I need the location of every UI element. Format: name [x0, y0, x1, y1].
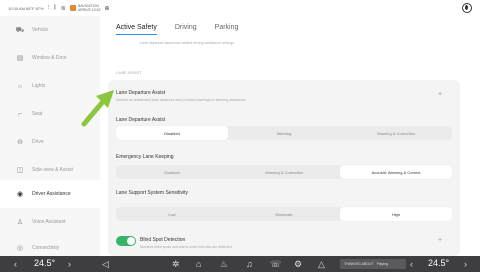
- expand-icon[interactable]: +: [438, 91, 442, 98]
- option-moderate[interactable]: Moderate: [228, 207, 340, 221]
- blind-spot-description: Monitors blind spots and warns when vehi…: [140, 245, 232, 249]
- status-info: 10:30 AM 68°F 87%: [8, 5, 44, 11]
- settings-sidebar: ⛟ Vehicle ▤ Window & Door ☼ Lights ⌐ Sea…: [0, 16, 100, 256]
- annotation-arrow-icon: [81, 90, 114, 127]
- tab-description: Lane departure assist and related drivin…: [140, 41, 234, 45]
- sidebar-item-label: Side-view & Assist: [32, 167, 73, 173]
- assist-icon: ◉: [16, 191, 24, 198]
- sidebar-item-voice[interactable]: ♙ Voice Assistant: [0, 208, 100, 236]
- ldw-description: Detects an unintended lane departure and…: [116, 98, 246, 102]
- media-widget[interactable]: THINKING ABOUT Playing: [340, 259, 406, 269]
- row-title-sensitivity: Lane Support System Sensitivity: [116, 190, 188, 196]
- option-low[interactable]: Low: [116, 207, 228, 221]
- option-disabled[interactable]: Disabled: [116, 165, 228, 179]
- chevron-right-icon[interactable]: ›: [464, 259, 467, 269]
- option-warning-correction[interactable]: Warning & Correction: [340, 126, 452, 140]
- navigation-pin-icon: [69, 5, 76, 11]
- car-icon: ⛟: [15, 26, 25, 34]
- seat-heat-icon[interactable]: ♨: [220, 259, 228, 269]
- media-title: THINKING ABOUT: [344, 262, 374, 266]
- light-icon: ☼: [16, 82, 24, 90]
- sidebar-item-label: Connectivity: [32, 245, 60, 251]
- voice-icon: ♙: [16, 219, 24, 226]
- signal-icon: ⫶: [47, 4, 50, 11]
- nav-line2: ARRIVE 10:52: [77, 8, 101, 12]
- section-label: LANE ASSIST: [116, 70, 142, 75]
- sidebar-item-drive[interactable]: ⊖ Drive: [0, 128, 100, 156]
- row-title-emergency-lane-keeping: Emergency Lane Keeping: [116, 154, 174, 160]
- tab-parking[interactable]: Parking: [215, 24, 239, 35]
- bottom-dock: 24.5° ‹ › ◁ ✲ ⌂ ♨ ♫ ☏ ⚙ △ THINKING ABOUT…: [0, 256, 480, 272]
- emergency-lane-keeping-selector: Disabled Warning & Correction Acoustic W…: [116, 165, 452, 179]
- option-acoustic-warning-correct[interactable]: Acoustic Warning & Correct: [340, 165, 452, 179]
- blind-spot-expand-icon[interactable]: +: [438, 237, 442, 244]
- status-left: 10:30 AM 68°F 87% ⫶ ᛒ ≋ NAVIGATION ARRIV…: [8, 4, 110, 12]
- sidebar-item-driver-assistance[interactable]: ◉ Driver Assistance: [0, 180, 100, 208]
- driver-temperature[interactable]: 24.5°: [34, 258, 55, 268]
- seat-icon: ⌐: [17, 110, 23, 118]
- navigation-icon[interactable]: △: [318, 259, 325, 269]
- sidebar-item-label: Drive: [32, 139, 44, 145]
- media-sub: Playing: [376, 262, 389, 266]
- sidebar-item-label: Window & Door: [32, 55, 67, 61]
- option-high[interactable]: High: [340, 207, 452, 221]
- phone-icon[interactable]: ☏: [270, 259, 281, 269]
- wifi-icon: ◎: [16, 245, 24, 252]
- bluetooth-icon: ᛒ: [53, 5, 57, 11]
- sidebar-item-label: Driver Assistance: [32, 191, 71, 197]
- chevron-right-icon[interactable]: ›: [68, 259, 71, 269]
- sidebar-item-vehicle[interactable]: ⛟ Vehicle: [0, 16, 100, 44]
- sidebar-item-label: Seat: [32, 111, 43, 117]
- sensitivity-selector: Low Moderate High: [116, 207, 452, 221]
- steering-icon: ⊖: [17, 139, 23, 146]
- navigation-badge[interactable]: NAVIGATION ARRIVE 10:52: [69, 4, 101, 12]
- tab-active-safety[interactable]: Active Safety: [116, 24, 157, 35]
- car-front-icon[interactable]: ⌂: [196, 259, 201, 269]
- sidebar-item-window-door[interactable]: ▤ Window & Door: [0, 44, 100, 72]
- tab-driving[interactable]: Driving: [175, 24, 197, 35]
- volume-icon[interactable]: ◁: [102, 259, 109, 269]
- lane-departure-selector: Disabled Warning Warning & Correction: [116, 126, 452, 140]
- chevron-left-icon[interactable]: ‹: [410, 259, 413, 269]
- chevron-left-icon[interactable]: ‹: [14, 259, 17, 269]
- option-warning[interactable]: Warning: [228, 126, 340, 140]
- apps-icon[interactable]: ⚙: [294, 259, 302, 269]
- profile-icon[interactable]: [462, 3, 472, 13]
- row-title-lane-departure: Lane Departure Assist: [116, 117, 166, 123]
- window-icon: ▤: [16, 55, 24, 62]
- fan-icon[interactable]: ✲: [172, 259, 180, 269]
- music-icon[interactable]: ♫: [246, 259, 253, 269]
- option-disabled[interactable]: Disabled: [116, 126, 228, 140]
- wifi-status-icon: ≋: [60, 5, 66, 12]
- navigation-text: NAVIGATION ARRIVE 10:52: [78, 4, 101, 12]
- sidebar-item-label: Voice Assistant: [32, 219, 66, 225]
- compass-icon: ⊕: [104, 5, 110, 12]
- blind-spot-toggle[interactable]: [116, 236, 136, 246]
- camera-icon: ◫: [16, 167, 24, 174]
- settings-tabs: Active Safety Driving Parking: [116, 24, 238, 35]
- option-warning-correction[interactable]: Warning & Correction: [228, 165, 340, 179]
- status-bar: 10:30 AM 68°F 87% ⫶ ᛒ ≋ NAVIGATION ARRIV…: [0, 0, 480, 16]
- sidebar-item-label: Vehicle: [32, 27, 49, 33]
- ldw-title: Lane Departure Assist: [116, 90, 166, 96]
- blind-spot-title: Blind Spot Detection: [140, 237, 186, 243]
- passenger-temperature[interactable]: 24.5°: [428, 258, 449, 268]
- sidebar-item-label: Lights: [32, 83, 46, 89]
